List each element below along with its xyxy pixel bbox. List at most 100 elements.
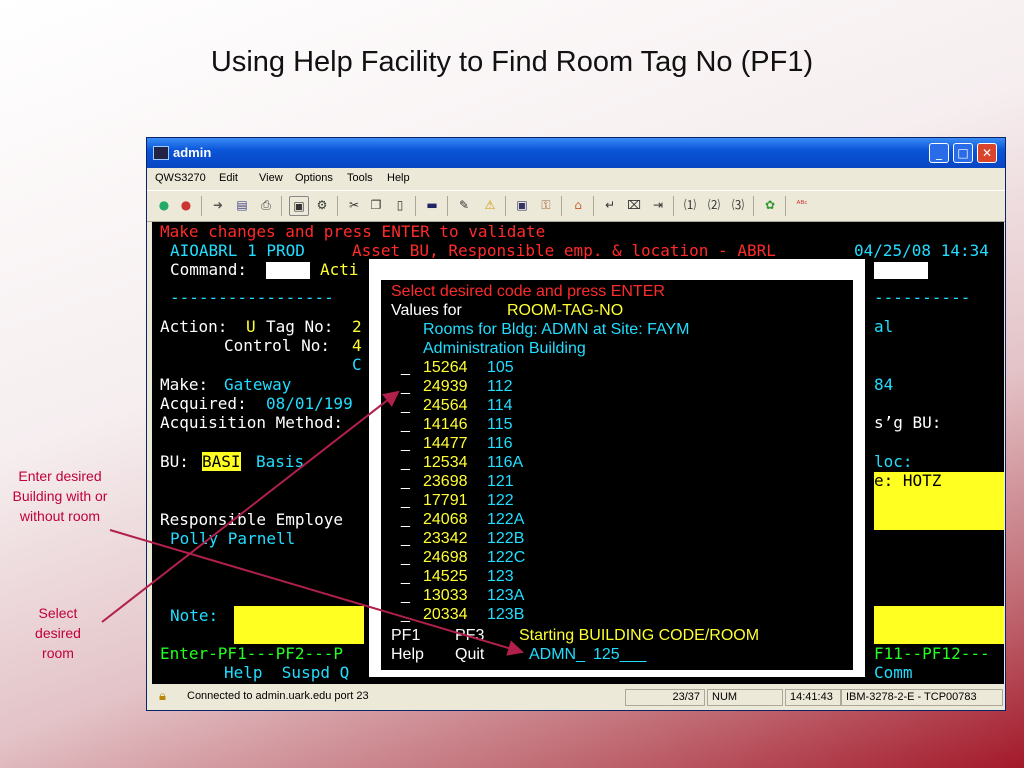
pf1-key[interactable]: PF1 [391, 626, 420, 645]
keyboard-icon[interactable]: ▬ [423, 196, 441, 214]
command-input[interactable] [266, 262, 310, 279]
note-label: Note: [170, 606, 219, 625]
room-number: 123 [487, 568, 514, 585]
maximize-button[interactable]: □ [953, 143, 973, 163]
make-value: Gateway [224, 375, 292, 394]
lock-icon: 🔒︎ [159, 689, 166, 704]
pf3-key[interactable]: PF3 [455, 626, 484, 645]
tag-label: Tag No: [266, 317, 334, 336]
room-number: 122C [487, 549, 526, 566]
enter-icon[interactable]: ↵ [601, 196, 619, 214]
right-pf-line: F11--PF12--- [874, 644, 990, 663]
right-e-hotz: e: HOTZ [874, 471, 942, 490]
send-icon[interactable]: ➜ [209, 196, 227, 214]
room-select-field[interactable]: _ [401, 567, 410, 586]
room-select-field[interactable]: _ [401, 453, 410, 472]
menu-view[interactable]: View [259, 172, 283, 184]
key-icon[interactable]: ⚿ [537, 196, 555, 214]
home-icon[interactable]: ⌂ [569, 196, 587, 214]
room-tag-number: 24564 [423, 397, 468, 414]
room-select-field[interactable]: _ [401, 548, 410, 567]
room-input[interactable]: 125___ [593, 645, 646, 664]
close-button[interactable]: ✕ [977, 143, 997, 163]
room-select-field[interactable]: _ [401, 605, 410, 624]
pf2-icon[interactable]: ⑵ [705, 196, 723, 214]
room-tag-number: 23698 [423, 473, 468, 490]
bu-field[interactable]: BASI [202, 452, 241, 471]
window-title: admin [173, 145, 212, 160]
responsible-label: Responsible Employe [160, 510, 344, 529]
building-code-input[interactable]: ADMN_ [529, 645, 585, 664]
room-tag-number: 14146 [423, 416, 468, 433]
note-field[interactable] [234, 606, 364, 644]
menu-tools[interactable]: Tools [347, 172, 373, 184]
room-select-field[interactable]: _ [401, 358, 410, 377]
screen-id: AIOABRL 1 PROD [170, 241, 305, 260]
values-field-name: ROOM-TAG-NO [507, 302, 624, 319]
room-number: 116 [487, 435, 513, 452]
room-number: 115 [487, 416, 513, 433]
menu-qws3270[interactable]: QWS3270 [155, 172, 206, 184]
warning-icon[interactable]: ⚠ [481, 196, 499, 214]
screen-icon[interactable]: ▣ [289, 196, 309, 216]
menu-help[interactable]: Help [387, 172, 410, 184]
room-select-field[interactable]: _ [401, 434, 410, 453]
clear-icon[interactable]: ⌧ [625, 196, 643, 214]
menu-options[interactable]: Options [295, 172, 333, 184]
tag-field[interactable]: 2 [352, 317, 362, 336]
right-note-field[interactable] [874, 606, 1004, 644]
room-tag-number: 14477 [423, 435, 468, 452]
room-select-field[interactable]: _ [401, 529, 410, 548]
acquired-value: 08/01/199 [266, 394, 353, 413]
action-field[interactable]: U [246, 317, 256, 336]
pen-icon[interactable]: ✎ [455, 196, 473, 214]
command-input-right[interactable] [874, 262, 928, 279]
room-select-field[interactable]: _ [401, 510, 410, 529]
bu-label: BU: [160, 452, 189, 471]
room-select-field[interactable]: _ [401, 472, 410, 491]
disconnect-icon[interactable]: ● [177, 196, 195, 214]
cut-icon[interactable]: ✂ [345, 196, 363, 214]
room-tag-number: 17791 [423, 492, 468, 509]
responsible-value: Polly Parnell [170, 529, 296, 548]
room-select-field[interactable]: _ [401, 377, 410, 396]
control-label: Control No: [224, 336, 330, 355]
note-select-room: Select desired room [35, 605, 81, 661]
room-select-field[interactable]: _ [401, 491, 410, 510]
terminal-app-icon [153, 146, 169, 160]
tools-icon[interactable]: ⚙ [313, 196, 331, 214]
room-number: 123B [487, 606, 525, 623]
copy-icon[interactable]: ❐ [367, 196, 385, 214]
cursor-position: 23/37 [625, 689, 705, 706]
control-field-2: C [352, 355, 362, 374]
room-select-field[interactable]: _ [401, 396, 410, 415]
menu-edit[interactable]: Edit [219, 172, 238, 184]
building-line: Rooms for Bldg: ADMN at Site: FAYM [423, 321, 690, 338]
pf3-icon[interactable]: ⑶ [729, 196, 747, 214]
terminal-instruction: Make changes and press ENTER to validate [160, 222, 546, 241]
help-label: Help [391, 646, 424, 663]
spell-check-icon[interactable]: ᴬᴮᶜ [793, 196, 811, 214]
print-icon[interactable]: ⎙ [257, 196, 275, 214]
room-select-field[interactable]: _ [401, 586, 410, 605]
room-number: 121 [487, 473, 514, 490]
command-after: Acti [320, 260, 359, 279]
status-bar: 🔒︎ Connected to admin.uark.edu port 23 2… [147, 686, 1005, 710]
room-select-field[interactable]: _ [401, 415, 410, 434]
room-number: 122 [487, 492, 514, 509]
control-field[interactable]: 4 [352, 336, 362, 355]
room-number: 122A [487, 511, 525, 528]
connect-icon[interactable]: ● [155, 196, 173, 214]
macro-icon[interactable]: ✿ [761, 196, 779, 214]
paste-icon[interactable]: ▯ [391, 196, 409, 214]
make-label: Make: [160, 375, 209, 394]
room-number: 122B [487, 530, 525, 547]
minimize-button[interactable]: _ [929, 143, 949, 163]
room-tag-number: 20334 [423, 606, 468, 623]
receive-icon[interactable]: ▤ [233, 196, 251, 214]
title-bar[interactable]: admin _ □ ✕ [147, 138, 1005, 168]
capture-icon[interactable]: ▣ [513, 196, 531, 214]
pf1-icon[interactable]: ⑴ [681, 196, 699, 214]
connection-status: Connected to admin.uark.edu port 23 [187, 690, 369, 702]
tab-icon[interactable]: ⇥ [649, 196, 667, 214]
